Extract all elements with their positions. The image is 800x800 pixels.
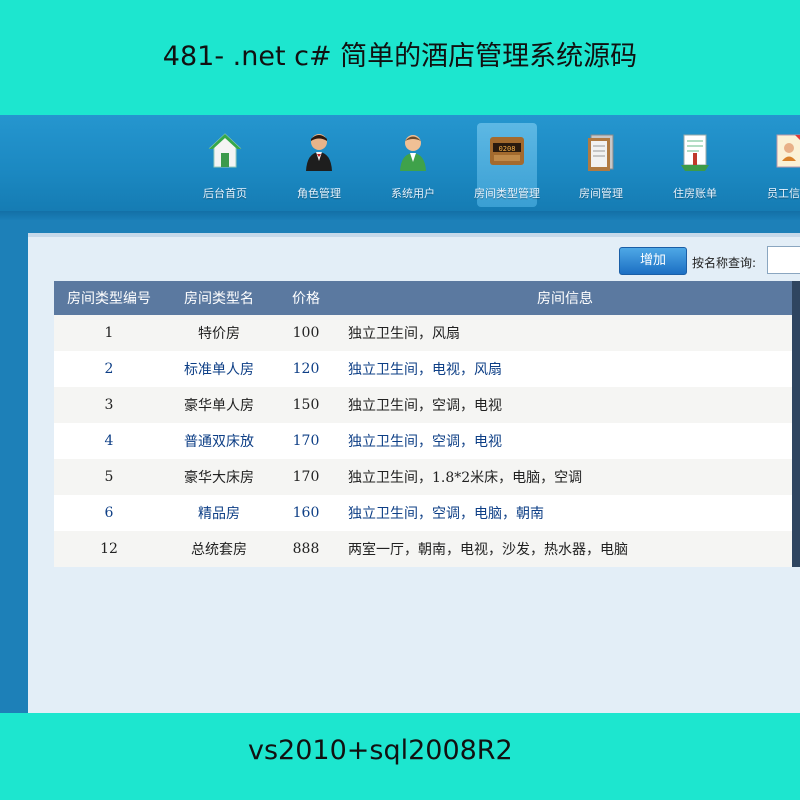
cell-info: 独立卫生间，1.8*2米床，电脑，空调	[338, 459, 792, 495]
top-banner: 481- .net c# 简单的酒店管理系统源码	[0, 0, 800, 115]
main-content: 增加 按名称查询: 房间类型编号 房间类型名 价格 房间信息 1 特价房 100 独立…	[28, 233, 800, 713]
banner-footer: vs2010+sql2008R2	[248, 735, 513, 766]
cell-info: 独立卫生间，电视，风扇	[338, 351, 792, 387]
cell-info: 独立卫生间，空调，电视	[338, 423, 792, 459]
table-row[interactable]: 4 普通双床放 170 独立卫生间，空调，电视	[54, 423, 800, 459]
cell-id: 3	[54, 387, 164, 423]
cell-id: 4	[54, 423, 164, 459]
scrollbar-track[interactable]	[792, 387, 800, 423]
cell-name: 总统套房	[164, 531, 274, 567]
top-nav-bar: 后台首页 角色管理 系统用户 0208 房间类型管理 房间管理 住房账单 员工信	[0, 115, 800, 220]
cell-info: 独立卫生间，风扇	[338, 315, 792, 351]
table-header-row: 房间类型编号 房间类型名 价格 房间信息	[54, 281, 800, 315]
employee-icon	[776, 134, 800, 168]
clipboard-icon	[588, 134, 614, 171]
table-row[interactable]: 1 特价房 100 独立卫生间，风扇	[54, 315, 800, 351]
cell-price: 170	[274, 423, 338, 459]
cell-price: 160	[274, 495, 338, 531]
column-header: 房间类型名	[164, 281, 274, 315]
home-icon	[208, 133, 242, 168]
search-input[interactable]	[767, 246, 800, 274]
scrollbar-track[interactable]	[792, 315, 800, 351]
cell-id: 12	[54, 531, 164, 567]
scrollbar-track[interactable]	[792, 495, 800, 531]
cell-id: 2	[54, 351, 164, 387]
table-row[interactable]: 6 精品房 160 独立卫生间，空调，电脑，朝南	[54, 495, 800, 531]
cell-id: 5	[54, 459, 164, 495]
cell-name: 标准单人房	[164, 351, 274, 387]
toolbar: 增加 按名称查询:	[28, 244, 800, 275]
cell-id: 6	[54, 495, 164, 531]
nav-menu: 后台首页 角色管理 系统用户 0208 房间类型管理 房间管理 住房账单 员工信	[178, 123, 800, 215]
banner-title: 481- .net c# 简单的酒店管理系统源码	[162, 41, 638, 72]
column-header: 房间类型编号	[54, 281, 164, 315]
cell-name: 普通双床放	[164, 423, 274, 459]
bill-icon	[681, 134, 709, 171]
search-label: 按名称查询:	[692, 256, 757, 270]
add-button[interactable]: 增加	[619, 247, 687, 275]
cell-name: 精品房	[164, 495, 274, 531]
cell-info: 两室一厅，朝南，电视，沙发，热水器，电脑	[338, 531, 792, 567]
cell-price: 170	[274, 459, 338, 495]
cell-name: 特价房	[164, 315, 274, 351]
table-body: 1 特价房 100 独立卫生间，风扇 2 标准单人房 120 独立卫生间，电视，风扇 3 豪华单人…	[54, 315, 800, 567]
table-row[interactable]: 3 豪华单人房 150 独立卫生间，空调，电视	[54, 387, 800, 423]
app-window: 后台首页 角色管理 系统用户 0208 房间类型管理 房间管理 住房账单 员工信…	[0, 115, 800, 713]
column-header: 价格	[274, 281, 338, 315]
scrollbar-track[interactable]	[792, 351, 800, 387]
table-row[interactable]: 2 标准单人房 120 独立卫生间，电视，风扇	[54, 351, 800, 387]
cell-price: 120	[274, 351, 338, 387]
waiter-icon	[306, 134, 332, 171]
cell-id: 1	[54, 315, 164, 351]
nav-item-label: 员工信息	[767, 187, 800, 200]
cell-price: 150	[274, 387, 338, 423]
room-type-table: 房间类型编号 房间类型名 价格 房间信息 1 特价房 100 独立卫生间，风扇 2 标准单…	[54, 281, 800, 567]
nav-item-users[interactable]: 系统用户	[366, 123, 460, 207]
column-header: 房间信息	[338, 281, 792, 315]
nav-item-room-types[interactable]: 0208 房间类型管理	[474, 123, 540, 207]
scrollbar-track[interactable]	[792, 281, 800, 315]
bottom-banner: vs2010+sql2008R2	[0, 713, 800, 800]
table-row[interactable]: 5 豪华大床房 170 独立卫生间，1.8*2米床，电脑，空调	[54, 459, 800, 495]
cell-price: 100	[274, 315, 338, 351]
cell-name: 豪华大床房	[164, 459, 274, 495]
user-icon	[400, 135, 426, 171]
room-type-icon: 0208	[490, 137, 524, 165]
scrollbar-track[interactable]	[792, 531, 800, 567]
cell-info: 独立卫生间，空调，电脑，朝南	[338, 495, 792, 531]
cell-price: 888	[274, 531, 338, 567]
table-row[interactable]: 12 总统套房 888 两室一厅，朝南，电视，沙发，热水器，电脑	[54, 531, 800, 567]
scrollbar-track[interactable]	[792, 459, 800, 495]
cell-name: 豪华单人房	[164, 387, 274, 423]
scrollbar-track[interactable]	[792, 423, 800, 459]
cell-info: 独立卫生间，空调，电视	[338, 387, 792, 423]
svg-text:0208: 0208	[499, 145, 516, 153]
nav-item-employees[interactable]: 员工信息	[742, 123, 800, 207]
